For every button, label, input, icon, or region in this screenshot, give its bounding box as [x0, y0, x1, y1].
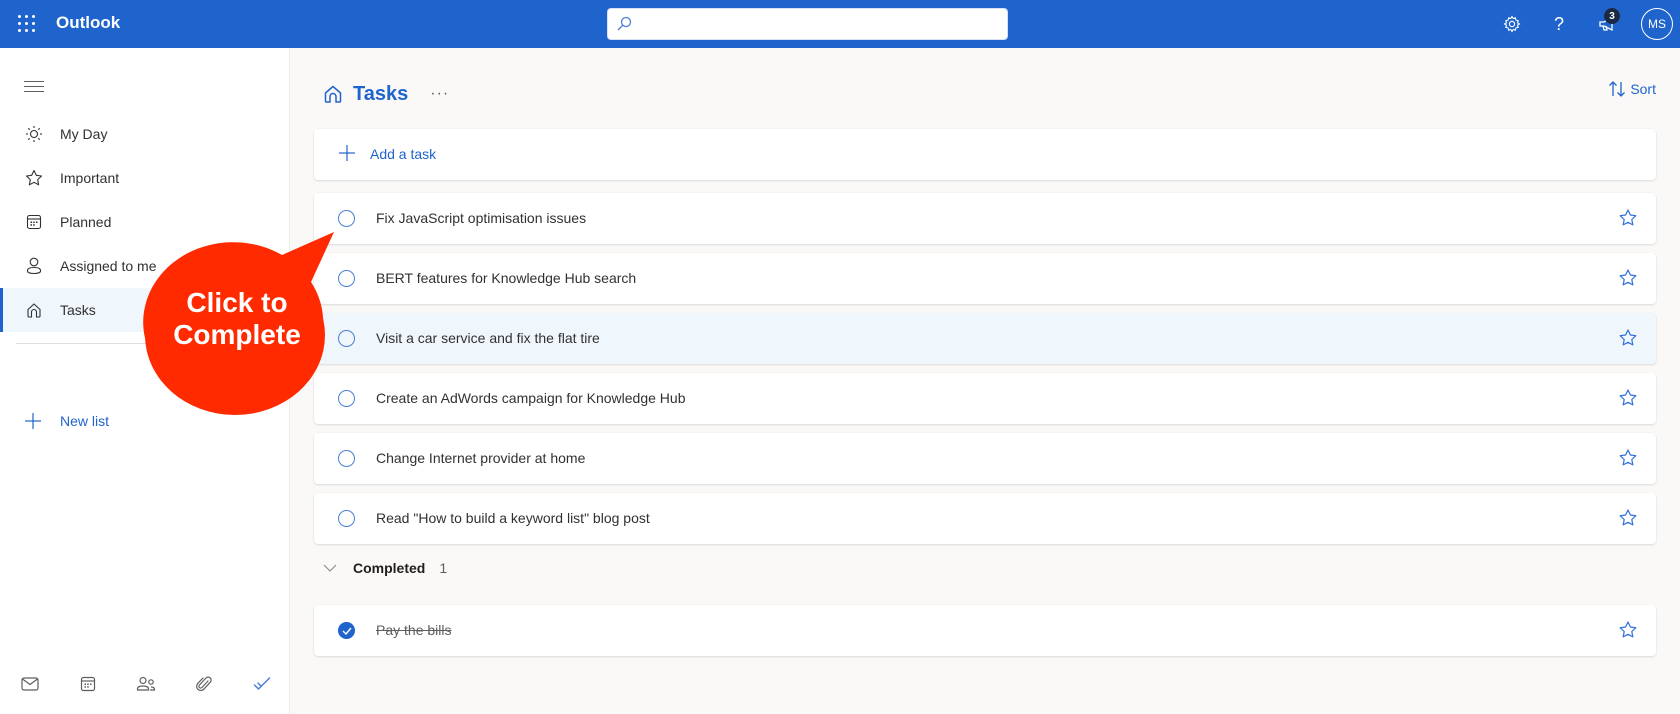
sort-button[interactable]: Sort	[1608, 80, 1656, 98]
app-title[interactable]: Outlook	[56, 13, 120, 33]
app-launcher-icon[interactable]	[14, 12, 38, 36]
new-list-label: New list	[60, 413, 110, 429]
chevron-down-icon	[323, 564, 337, 572]
completed-task-row[interactable]: Pay the bills	[314, 605, 1656, 656]
star-icon[interactable]	[1618, 328, 1638, 348]
task-title[interactable]: Create an AdWords campaign for Knowledge…	[376, 390, 685, 406]
calendar-app-icon[interactable]	[76, 672, 100, 696]
mail-icon[interactable]	[18, 672, 42, 696]
complete-checkbox[interactable]	[338, 270, 355, 287]
task-row[interactable]: BERT features for Knowledge Hub search	[314, 253, 1656, 304]
star-icon[interactable]	[1618, 508, 1638, 528]
star-icon[interactable]	[1618, 268, 1638, 288]
home-icon	[324, 85, 342, 103]
calendar-icon	[24, 212, 44, 232]
task-row[interactable]: Create an AdWords campaign for Knowledge…	[314, 373, 1656, 424]
search-icon	[617, 16, 632, 31]
task-row[interactable]: Read "How to build a keyword list" blog …	[314, 493, 1656, 544]
search-input[interactable]	[607, 8, 1008, 40]
star-icon[interactable]	[1618, 620, 1638, 640]
settings-gear-icon[interactable]	[1500, 12, 1524, 36]
app-switcher-bar	[0, 660, 290, 708]
sidebar: My Day Important Planned Assigned to me …	[0, 48, 290, 714]
complete-checkbox[interactable]	[338, 510, 355, 527]
completed-section-toggle[interactable]: Completed 1	[323, 554, 447, 582]
star-icon[interactable]	[1618, 448, 1638, 468]
sidebar-item-my-day[interactable]: My Day	[0, 112, 290, 156]
sun-icon	[24, 124, 44, 144]
home-icon	[24, 300, 44, 320]
task-title[interactable]: Read "How to build a keyword list" blog …	[376, 510, 650, 526]
completed-count: 1	[439, 560, 448, 576]
sidebar-item-label: Tasks	[60, 302, 96, 318]
completed-checkbox[interactable]	[338, 622, 355, 639]
task-title[interactable]: Visit a car service and fix the flat tir…	[376, 330, 600, 346]
sidebar-item-assigned-to-me[interactable]: Assigned to me	[0, 244, 290, 288]
main-content: Tasks ··· Sort Add a task Fix JavaScript…	[291, 48, 1680, 714]
person-icon	[24, 256, 44, 276]
complete-checkbox[interactable]	[338, 390, 355, 407]
annotation-line-2: Complete	[173, 319, 301, 350]
page-title: Tasks	[353, 82, 409, 105]
plus-icon	[24, 412, 42, 435]
plus-icon	[338, 144, 356, 167]
annotation-line-1: Click to	[186, 287, 288, 318]
complete-checkbox[interactable]	[338, 330, 355, 347]
help-icon[interactable]: ?	[1547, 12, 1571, 36]
add-task-input[interactable]: Add a task	[314, 129, 1656, 180]
task-row[interactable]: Fix JavaScript optimisation issues	[314, 193, 1656, 244]
sort-label: Sort	[1630, 81, 1656, 97]
star-icon[interactable]	[1618, 208, 1638, 228]
task-title[interactable]: BERT features for Knowledge Hub search	[376, 270, 636, 286]
star-icon	[24, 168, 44, 188]
more-options-button[interactable]: ···	[430, 85, 449, 103]
notification-badge: 3	[1604, 8, 1620, 24]
checkmark-icon	[342, 627, 352, 635]
task-title[interactable]: Change Internet provider at home	[376, 450, 585, 466]
completed-label: Completed	[353, 560, 426, 576]
star-icon[interactable]	[1618, 388, 1638, 408]
annotation-text: Click to Complete	[147, 287, 327, 351]
sidebar-item-label: Assigned to me	[60, 258, 157, 274]
complete-checkbox[interactable]	[338, 210, 355, 227]
sidebar-item-important[interactable]: Important	[0, 156, 290, 200]
attachment-icon[interactable]	[192, 672, 216, 696]
add-task-placeholder[interactable]: Add a task	[370, 146, 436, 162]
sidebar-item-label: My Day	[60, 126, 108, 142]
task-row[interactable]: Visit a car service and fix the flat tir…	[314, 313, 1656, 364]
sidebar-item-planned[interactable]: Planned	[0, 200, 290, 244]
new-list-button[interactable]: New list	[0, 402, 290, 442]
task-row[interactable]: Change Internet provider at home	[314, 433, 1656, 484]
todo-check-icon[interactable]	[250, 672, 274, 696]
complete-checkbox[interactable]	[338, 450, 355, 467]
top-bar: Outlook ? 3 MS	[0, 0, 1680, 48]
people-icon[interactable]	[134, 672, 158, 696]
sort-arrows-icon	[1609, 81, 1626, 97]
list-header: Tasks ···	[323, 76, 449, 112]
avatar[interactable]: MS	[1641, 8, 1673, 40]
task-title[interactable]: Pay the bills	[376, 622, 451, 638]
sidebar-item-label: Planned	[60, 214, 112, 230]
hamburger-menu-icon[interactable]	[24, 78, 44, 94]
task-title[interactable]: Fix JavaScript optimisation issues	[376, 210, 586, 226]
sidebar-item-label: Important	[60, 170, 120, 186]
